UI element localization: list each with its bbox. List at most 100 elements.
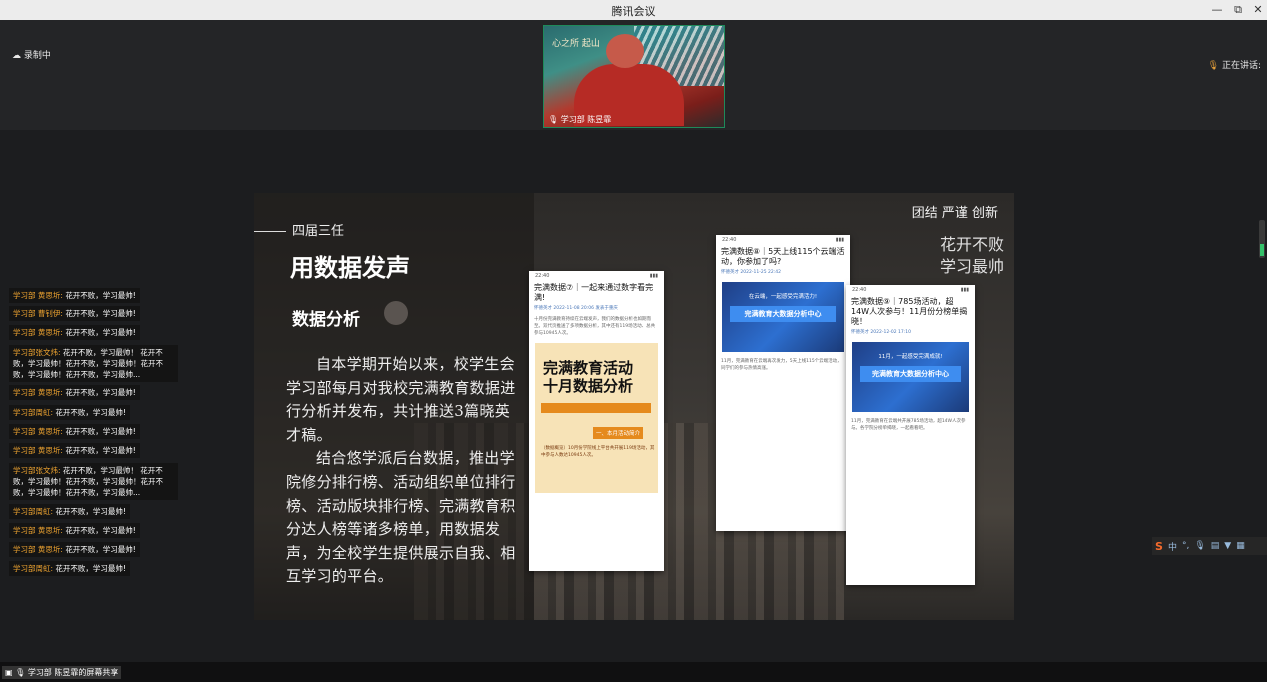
speaking-indicator: 🎙 正在讲话:: [1208, 58, 1261, 71]
article-meta: 怀德英才 2022-12-02 17:10: [851, 330, 911, 335]
recording-label: 录制中: [23, 51, 51, 61]
chat-sender: 学习部 黄思圻:: [13, 328, 63, 337]
article-meta: 怀德英才 2022-11-08 20:06 发表于重庆: [534, 306, 618, 311]
minimize-button[interactable]: —: [1208, 2, 1226, 18]
poster-title-line-1: 完满教育活动: [543, 359, 634, 377]
chat-sender: 学习部 黄思圻:: [13, 526, 63, 535]
shared-slide: 四届三任 用数据发声 数据分析 自本学期开始以来，校学生会学习部每月对我校完满教…: [254, 193, 1014, 620]
skin-icon[interactable]: ▼: [1224, 541, 1231, 551]
article-text: 十月份完满教育持续在云端发声，我们的数据分析也如期而至。双代页推送了多项数据分析…: [534, 317, 656, 336]
bottom-bar: [0, 662, 1267, 682]
chat-text: 花开不败，学习最帅!: [65, 526, 136, 535]
signal-icon: ▮▮▮: [649, 273, 658, 279]
chat-sender: 学习部周虹:: [13, 408, 54, 417]
article-text: 11月，完满教育在云端共开展785场活动，超14W人次参与。各学院分榜单揭晓，一…: [851, 419, 966, 431]
subtitle-rule: [254, 231, 286, 232]
chat-text: 花开不败，学习最帅!: [55, 507, 126, 516]
slide-slogan-line-2: 学习最帅: [939, 257, 1004, 276]
keyboard-icon[interactable]: ▤: [1211, 541, 1220, 551]
video-person-head: [606, 34, 644, 68]
ime-language-button[interactable]: 中: [1168, 540, 1177, 553]
article-banner: 在云端，一起感受完满活力! 完满教育大数据分析中心: [722, 282, 844, 352]
phone-time: 22:40: [722, 237, 737, 243]
chat-text: 花开不败，学习最帅!: [65, 291, 136, 300]
phone-status-bar: 22:40 ▮▮▮: [716, 235, 850, 245]
banner-slogan: 在云端，一起感受完满活力!: [748, 294, 818, 300]
chat-text: 花开不败，学习最帅!: [65, 545, 136, 554]
chat-sender: 学习部张文炜:: [13, 348, 61, 357]
chat-text: 花开不败，学习最帅!: [65, 309, 136, 318]
chat-text: 花开不败，学习最帅!: [65, 388, 136, 397]
phone-screenshot-3: 22:40 ▮▮▮ 完满数据⑨｜785场活动，超14W人次参与！11月份分榜单揭晓…: [846, 285, 975, 585]
video-signature-text: 心之所 起山: [552, 39, 600, 49]
chat-text: 花开不败，学习最帅!: [55, 408, 126, 417]
speaking-label: 正在讲话:: [1221, 61, 1261, 71]
slide-subtitle: 四届三任: [292, 224, 345, 239]
chat-sender: 学习部周虹:: [13, 564, 54, 573]
poster-tag: 一、本月活动简介: [593, 427, 644, 439]
chat-message: 学习部周虹: 花开不败，学习最帅!: [9, 405, 130, 420]
chat-text: 花开不败，学习最帅!: [65, 328, 136, 337]
slide-section-heading: 数据分析: [292, 310, 360, 330]
participant-video[interactable]: 心之所 起山 🎙 学习部 陈昱霏: [543, 25, 725, 128]
chat-text: 花开不败，学习最帅!: [65, 446, 136, 455]
chat-sender: 学习部 黄思圻:: [13, 388, 63, 397]
punctuation-icon[interactable]: °,: [1182, 541, 1189, 551]
slide-paragraph-2: 结合悠学派后台数据，推出学院修分排行榜、活动组织单位排行榜、活动版块排行榜、完满…: [286, 449, 516, 586]
voice-input-icon[interactable]: 🎙: [1194, 541, 1205, 551]
microphone-icon: 🎙: [15, 668, 26, 677]
banner-title: 完满教育大数据分析中心: [860, 366, 961, 382]
participant-name: 🎙 学习部 陈昱霏: [548, 114, 611, 125]
chat-message: 学习部张文炜: 花开不败，学习最帅！ 花开不败，学习最帅！花开不败，学习最帅！花…: [9, 345, 178, 382]
article-banner: 11月，一起感受完满成就! 完满教育大数据分析中心: [852, 342, 969, 412]
poster-title: 完满教育活动 十月数据分析: [543, 359, 633, 395]
grid-menu-icon[interactable]: ▦: [1236, 541, 1245, 551]
chat-message: 学习部 黄思圻: 花开不败，学习最帅!: [9, 385, 140, 400]
microphone-icon: 🎙: [1207, 61, 1220, 71]
window-title: 腾讯会议: [611, 5, 656, 18]
chat-sender: 学习部 黄思圻:: [13, 291, 63, 300]
close-button[interactable]: ✕: [1249, 2, 1267, 18]
poster-stripe: [541, 403, 651, 413]
chat-message: 学习部 黄思圻: 花开不败，学习最帅!: [9, 424, 140, 439]
slide-title: 用数据发声: [290, 253, 410, 282]
recording-indicator[interactable]: ☁ 录制中: [12, 48, 51, 61]
chat-sender: 学习部张文炜:: [13, 466, 61, 475]
slide-body: 自本学期开始以来，校学生会学习部每月对我校完满教育数据进行分析并发布，共计推送3…: [286, 353, 518, 589]
phone-screenshot-1: 22:40 ▮▮▮ 完满数据⑦｜一起来通过数字看完满! 怀德英才 2022-11-…: [529, 271, 664, 571]
microphone-icon: 🎙: [548, 115, 559, 124]
slide-motto: 团结 严谨 创新: [911, 206, 998, 221]
article-title: 完满数据⑦｜一起来通过数字看完满!: [534, 283, 654, 302]
chat-message: 学习部 黄思圻: 花开不败，学习最帅!: [9, 325, 140, 340]
screen-share-label: ▣ 🎙 学习部 陈昱霏的屏幕共享: [2, 666, 122, 679]
chat-sender: 学习部 黄思圻:: [13, 427, 63, 436]
slide-slogan: 花开不败 学习最帅: [940, 234, 1004, 278]
title-bar: 腾讯会议 — ⧉ ✕: [0, 0, 1267, 20]
chat-message: 学习部张文炜: 花开不败，学习最帅！ 花开不败，学习最帅！花开不败，学习最帅！花…: [9, 463, 178, 500]
chat-message: 学习部周虹: 花开不败，学习最帅!: [9, 504, 130, 519]
chat-text: 花开不败，学习最帅!: [55, 564, 126, 573]
slide-slogan-line-1: 花开不败: [939, 235, 1004, 254]
phone-status-bar: 22:40 ▮▮▮: [846, 285, 975, 295]
phone-time: 22:40: [852, 287, 867, 293]
chat-message: 学习部 黄思圻: 花开不败，学习最帅!: [9, 443, 140, 458]
ime-toolbar[interactable]: S 中 °, 🎙 ▤ ▼ ▦: [1152, 537, 1267, 555]
scroll-thumb[interactable]: [1260, 244, 1264, 256]
cloud-icon: ☁: [12, 51, 21, 61]
chat-message: 学习部 黄思圻: 花开不败，学习最帅!: [9, 542, 140, 557]
signal-icon: ▮▮▮: [835, 237, 844, 243]
signal-icon: ▮▮▮: [960, 287, 969, 293]
article-meta: 怀德英才 2022-11-25 22:42: [721, 270, 781, 275]
participant-name-label: 学习部 陈昱霏: [560, 115, 612, 124]
chat-sender: 学习部 黄思圻:: [13, 446, 63, 455]
sogou-logo-icon: S: [1155, 539, 1163, 553]
slide-paragraph-1: 自本学期开始以来，校学生会学习部每月对我校完满教育数据进行分析并发布，共计推送3…: [286, 355, 516, 444]
poster-text: （数据概览）10月份学院线上平台共开展119场活动，其中参与人数达10945人次…: [541, 446, 655, 458]
section-logo-icon: [384, 301, 408, 325]
maximize-button[interactable]: ⧉: [1229, 2, 1247, 18]
chat-text: 花开不败，学习最帅!: [65, 427, 136, 436]
banner-slogan: 11月，一起感受完满成就!: [878, 354, 943, 360]
chat-sender: 学习部周虹:: [13, 507, 54, 516]
side-scroll-indicator[interactable]: [1259, 220, 1265, 258]
screen-share-icon: ▣: [5, 668, 13, 677]
